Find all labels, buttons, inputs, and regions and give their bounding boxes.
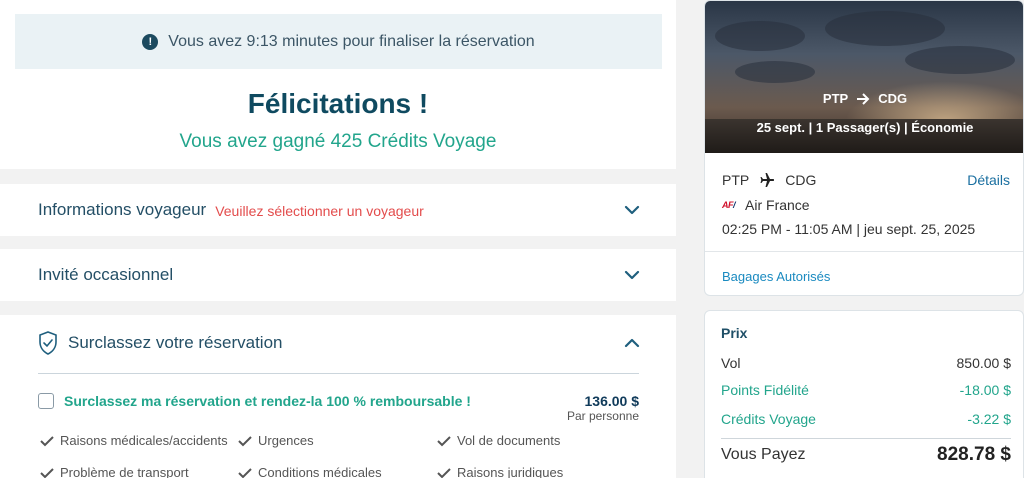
price-label: Points Fidélité bbox=[721, 382, 809, 398]
reason-text: Problème de transport bbox=[60, 465, 189, 478]
reason-item: Urgences bbox=[238, 433, 314, 448]
check-icon bbox=[437, 467, 451, 478]
upgrade-checkbox[interactable] bbox=[38, 393, 54, 409]
baggage-link[interactable]: Bagages Autorisés bbox=[722, 269, 830, 284]
airline-name: Air France bbox=[745, 197, 810, 213]
upgrade-price: 136.00 $ bbox=[584, 393, 640, 409]
hero-origin: PTP bbox=[822, 91, 849, 106]
price-label: Vol bbox=[721, 355, 741, 371]
chevron-down-icon[interactable] bbox=[624, 267, 640, 283]
shield-check-icon bbox=[39, 331, 57, 355]
reason-text: Vol de documents bbox=[457, 433, 561, 448]
price-value: -18.00 $ bbox=[959, 382, 1011, 398]
upgrade-option-label[interactable]: Surclassez ma réservation et rendez-la 1… bbox=[64, 393, 471, 409]
timer-banner: ! Vous avez 9:13 minutes pour finaliser … bbox=[15, 14, 662, 69]
check-icon bbox=[238, 435, 252, 446]
price-title: Prix bbox=[721, 325, 748, 341]
upgrade-per-person: Par personne bbox=[566, 409, 639, 423]
upgrade-section: Surclassez votre réservation Surclassez … bbox=[0, 315, 676, 478]
price-row-loyalty: Points Fidélité -18.00 $ bbox=[721, 382, 1011, 398]
details-link[interactable]: Détails bbox=[967, 172, 1010, 188]
reason-item: Vol de documents bbox=[437, 433, 560, 448]
check-icon bbox=[40, 435, 54, 446]
price-summary-card: Prix Vol 850.00 $ Points Fidélité -18.00… bbox=[704, 310, 1024, 478]
airline-row: AF/ Air France bbox=[722, 197, 810, 213]
origin-code: PTP bbox=[722, 172, 750, 188]
price-label: Crédits Voyage bbox=[721, 411, 816, 427]
reason-item: Raisons médicales/accidents bbox=[40, 433, 228, 448]
arrow-right-icon bbox=[857, 92, 870, 105]
hero-meta: 25 sept. | 1 Passager(s) | Économie bbox=[756, 120, 974, 135]
reason-text: Urgences bbox=[258, 433, 314, 448]
price-value: 850.00 $ bbox=[956, 355, 1012, 371]
reason-text: Raisons médicales/accidents bbox=[60, 433, 228, 448]
congrats-subtitle: Vous avez gagné 425 Crédits Voyage bbox=[179, 131, 497, 152]
upgrade-header[interactable]: Surclassez votre réservation bbox=[38, 331, 282, 355]
check-icon bbox=[40, 467, 54, 478]
accordion-guest[interactable]: Invité occasionnel bbox=[0, 249, 676, 301]
price-row-credits: Crédits Voyage -3.22 $ bbox=[721, 411, 1011, 427]
destination-code: CDG bbox=[785, 172, 817, 188]
reason-item: Conditions médicales bbox=[238, 465, 382, 478]
price-value: -3.22 $ bbox=[967, 411, 1011, 427]
divider bbox=[705, 251, 1023, 252]
upgrade-title: Surclassez votre réservation bbox=[68, 333, 283, 352]
flight-time: 02:25 PM - 11:05 AM | jeu sept. 25, 2025 bbox=[722, 221, 976, 237]
price-row-flight: Vol 850.00 $ bbox=[721, 355, 1011, 371]
congrats-title: Félicitations ! bbox=[247, 88, 429, 119]
divider bbox=[38, 373, 639, 374]
total-value: 828.78 $ bbox=[937, 444, 1011, 465]
booking-header-card: ! Vous avez 9:13 minutes pour finaliser … bbox=[0, 0, 676, 169]
total-label: Vous Payez bbox=[721, 446, 806, 463]
flight-summary-card: PTP CDG 25 sept. | 1 Passager(s) | Écono… bbox=[704, 0, 1024, 296]
reason-text: Raisons juridiques bbox=[457, 465, 564, 478]
price-total: Vous Payez 828.78 $ bbox=[721, 444, 1011, 466]
timer-text: Vous avez 9:13 minutes pour finaliser la… bbox=[168, 32, 535, 50]
info-icon: ! bbox=[142, 33, 159, 50]
airplane-icon bbox=[760, 173, 775, 187]
check-icon bbox=[238, 467, 252, 478]
guest-title: Invité occasionnel bbox=[38, 265, 174, 284]
reason-item: Problème de transport bbox=[40, 465, 189, 478]
reason-item: Raisons juridiques bbox=[437, 465, 563, 478]
chevron-up-icon[interactable] bbox=[624, 335, 640, 351]
divider bbox=[721, 438, 1011, 439]
accordion-traveler-info[interactable]: Informations voyageur Veuillez sélection… bbox=[0, 184, 676, 236]
hero-destination: CDG bbox=[878, 91, 908, 106]
reason-text: Conditions médicales bbox=[258, 465, 382, 478]
check-icon bbox=[437, 435, 451, 446]
chevron-down-icon[interactable] bbox=[624, 202, 640, 218]
flight-route: PTP CDG bbox=[722, 172, 816, 188]
traveler-warning: Veuillez sélectionner un voyageur bbox=[215, 203, 424, 219]
hero-route: PTP CDG bbox=[705, 91, 1023, 106]
air-france-logo: AF/ bbox=[722, 200, 736, 210]
traveler-info-title: Informations voyageur bbox=[38, 200, 207, 219]
